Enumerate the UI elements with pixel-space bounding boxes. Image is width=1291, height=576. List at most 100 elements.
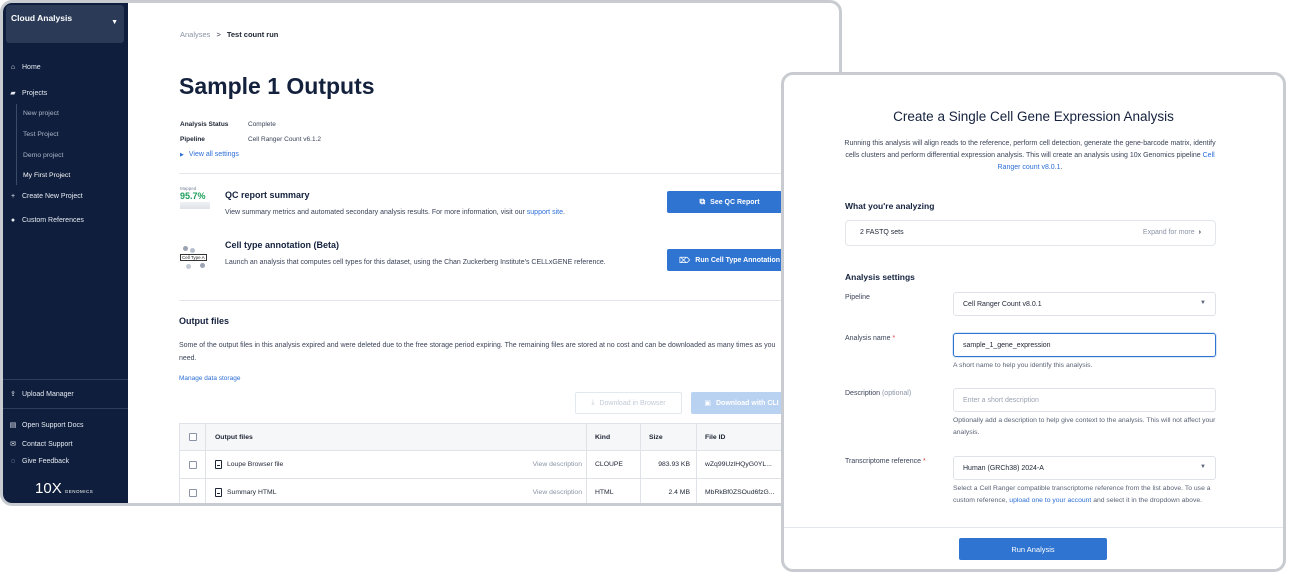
sidebar-item-create-project[interactable]: + Create New Project [9,193,83,200]
column-header-output-files[interactable]: Output files [206,424,586,450]
footer-divider [784,527,1283,528]
description-label-text: Description [845,390,881,397]
row-checkbox[interactable] [188,460,197,469]
settings-heading: Analysis settings [845,272,915,282]
sidebar-item-projects[interactable]: ▰ Projects [9,89,48,98]
row-select-cell [180,479,206,503]
download-in-browser-button[interactable]: ⤓ Download in Browser [575,392,682,414]
sidebar-subitem-new-project[interactable]: New project [23,110,59,117]
row-select-cell [180,451,206,478]
qc-description: View summary metrics and automated secon… [225,209,565,216]
fastq-sets-label: 2 FASTQ sets [860,229,904,236]
breadcrumb-current: Test count run [226,30,279,39]
sidebar-item-contact-support[interactable]: ✉ Contact Support [9,440,73,449]
description-input[interactable]: Enter a short description [953,388,1216,412]
create-analysis-intro: Running this analysis will align reads t… [842,138,1218,174]
support-site-link[interactable]: support site [527,209,563,216]
analyzing-heading: What you're analyzing [845,201,935,211]
sidebar-item-label: Projects [22,89,48,97]
sidebar-item-upload-manager[interactable]: ⇪ Upload Manager [9,390,74,399]
view-settings-label: View all settings [188,151,239,158]
intro-end: . [1060,164,1063,171]
sidebar-subitem-test-project[interactable]: Test Project [23,131,59,138]
run-cell-type-label: Run Cell Type Annotation [695,256,781,264]
sidebar-subitem-my-first-project[interactable]: My First Project [23,172,70,179]
run-analysis-button[interactable]: Run Analysis [959,538,1107,560]
qc-title: QC report summary [225,190,310,200]
chevron-down-icon: ▼ [111,19,118,26]
download-with-cli-button[interactable]: ▣ Download with CLI [691,392,792,414]
screenshot-stage: Cloud Analysis ▼ ⌂ Home ▰ Projects New p… [0,0,1291,576]
download-icon: ⤓ [591,399,595,406]
sidebar-item-label: Give Feedback [22,458,70,465]
qc-thumb-sparkline [180,202,210,209]
logo-wordmark: GENOMICS [64,489,94,494]
pipeline-select[interactable]: Cell Ranger Count v8.0.1 ▼ [953,292,1216,316]
output-files-heading: Output files [179,316,229,326]
cell-type-description: Launch an analysis that computes cell ty… [225,259,606,266]
mail-icon: ✉ [10,441,16,448]
analysis-name-input[interactable]: sample_1_gene_expression [953,333,1216,357]
transcriptome-reference-select[interactable]: Human (GRCh38) 2024-A ▼ [953,456,1216,480]
file-name: Summary HTML [227,489,277,496]
expand-for-more[interactable]: Expand for more › [1143,229,1201,236]
manage-data-storage-link[interactable]: Manage data storage [179,375,240,382]
file-name: Loupe Browser file [227,461,284,468]
view-all-settings-link[interactable]: ▶ View all settings [180,151,239,158]
see-qc-report-label: See QC Report [710,198,760,206]
section-divider [179,300,792,301]
see-qc-report-button[interactable]: ⧉ See QC Report [667,191,792,213]
intro-text: Running this analysis will align reads t… [844,140,1216,159]
row-checkbox[interactable] [188,488,197,497]
sidebar-item-custom-references[interactable]: ● Custom References [9,217,84,224]
view-description-link[interactable]: View description [480,479,582,503]
file-id: wZq99UzlHQyG0YL... [696,451,793,478]
terminal-icon: ▣ [704,400,711,407]
column-header-file-id[interactable]: File ID [696,424,793,450]
logo-number: 10 [35,480,52,497]
file-icon [215,460,222,469]
pipeline-label: Pipeline [180,136,205,143]
column-header-size[interactable]: Size [640,424,696,450]
optional-tag: (optional) [881,390,912,397]
caret-right-icon: ▶ [180,152,184,158]
download-cli-label: Download with CLI [716,399,779,407]
select-all-cell [180,424,206,450]
upload-reference-link[interactable]: upload one to your account [1009,497,1091,504]
nav-rail [16,104,17,185]
view-description-link[interactable]: View description [480,451,582,478]
pipeline-select-value: Cell Ranger Count v8.0.1 [963,300,1042,308]
download-browser-label: Download in Browser [599,399,666,407]
org-switcher[interactable]: Cloud Analysis ▼ [6,5,124,43]
analysis-name-label-text: Analysis name [845,335,891,342]
cell-type-thumbnail: Cell Type A [180,244,212,272]
column-header-kind[interactable]: Kind [586,424,640,450]
fastq-sets-row[interactable]: 2 FASTQ sets Expand for more › [845,220,1216,246]
qc-desc-text: View summary metrics and automated secon… [225,209,525,216]
breadcrumb-separator: > [216,30,221,39]
thumb-dot [186,264,191,269]
external-link-icon: ⧉ [699,197,706,206]
required-mark: * [922,458,926,465]
breadcrumb-parent[interactable]: Analyses [180,30,210,39]
sidebar-item-label: Home [22,64,41,71]
chevron-down-icon: ▼ [1200,300,1206,306]
sidebar-item-home[interactable]: ⌂ Home [9,64,41,71]
sidebar-item-give-feedback[interactable]: ◌ Give Feedback [9,458,69,465]
docs-icon: ▤ [9,422,17,429]
sidebar-subitem-demo-project[interactable]: Demo project [23,152,63,159]
analysis-status: Analysis Status Complete [180,121,276,128]
analysis-name-label: Analysis name * [845,335,895,342]
reference-help-end: and select it in the dropdown above. [1093,496,1203,504]
analysis-pipeline: Pipeline Cell Ranger Count v6.1.2 [180,136,321,143]
table-header-row: Output files Kind Size File ID [180,424,791,451]
file-id: MbRkBf0ZSOud6fzG... [696,479,793,503]
description-label: Description (optional) [845,390,911,397]
file-size: 983.93 KB [640,451,696,478]
logo-x: X [51,480,62,497]
reference-icon: ● [10,217,16,224]
sidebar-item-support-docs[interactable]: ▤ Open Support Docs [9,421,84,430]
file-size: 2.4 MB [640,479,696,503]
select-all-checkbox[interactable] [188,433,197,441]
run-cell-type-annotation-button[interactable]: ⌦ Run Cell Type Annotation [667,249,792,271]
